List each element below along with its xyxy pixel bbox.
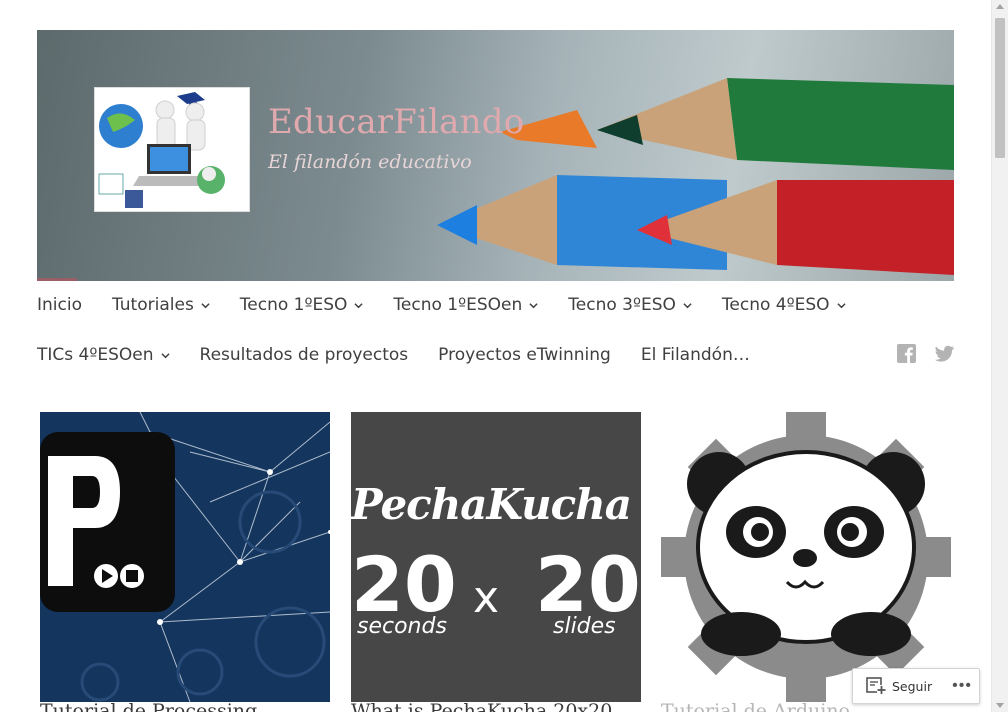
chevron-down-icon — [160, 352, 170, 358]
scrollbar-thumb[interactable] — [995, 18, 1005, 158]
nav-item-tecno-1esoen[interactable]: Tecno 1ºESOen — [393, 295, 538, 315]
site-title[interactable]: EducarFilando — [268, 102, 524, 142]
chevron-down-icon — [529, 302, 538, 308]
nav-item-tecno-4eso[interactable]: Tecno 4ºESO — [722, 295, 846, 315]
site-header-banner: EducarFilando El filandón educativo — [37, 30, 954, 281]
post-card[interactable]: Tutorial de Arduino — [661, 412, 951, 712]
twitter-icon[interactable] — [934, 344, 954, 363]
nav-item-etwinning[interactable]: Proyectos eTwinning — [438, 345, 611, 365]
post-card[interactable]: Tutorial de Processing — [40, 412, 330, 712]
nav-item-label: Tecno 1ºESO — [239, 295, 348, 315]
logo-illustration-icon — [98, 92, 225, 208]
arduino-panda-image — [661, 412, 951, 702]
nav-item-tecno-3eso[interactable]: Tecno 3ºESO — [568, 295, 692, 315]
nav-item-label: Tecno 3ºESO — [568, 295, 676, 315]
nav-item-resultados[interactable]: Resultados de proyectos — [200, 345, 409, 365]
reader-follow-icon — [866, 677, 886, 695]
site-logo[interactable] — [94, 87, 250, 212]
nav-item-tics-4esoen[interactable]: TICs 4ºESOen — [37, 345, 170, 365]
chevron-down-icon — [201, 302, 210, 308]
pechakucha-seconds: seconds — [357, 614, 447, 639]
post-thumbnail-pechakucha[interactable]: PechaKucha 20 x 20 seconds slides — [351, 412, 641, 702]
post-thumbnail-processing[interactable] — [40, 412, 330, 702]
scroll-down-icon[interactable] — [996, 703, 1004, 708]
nav-row-1: Inicio Tutoriales Tecno 1ºESO Tecno 1ºES… — [37, 287, 876, 323]
follow-widget[interactable]: Seguir ••• — [852, 668, 980, 704]
nav-item-label: Resultados de proyectos — [199, 345, 409, 365]
post-thumbnail-arduino[interactable] — [661, 412, 951, 702]
scroll-up-icon[interactable] — [996, 4, 1004, 9]
nav-item-inicio[interactable]: Inicio — [37, 295, 82, 315]
chevron-down-icon — [354, 302, 364, 308]
nav-item-label: Inicio — [37, 295, 82, 315]
nav-item-label: El Filandón… — [640, 345, 750, 365]
nav-row-2: TICs 4ºESOen Resultados de proyectos Pro… — [37, 337, 780, 373]
nav-item-tecno-1eso[interactable]: Tecno 1ºESO — [240, 295, 364, 315]
nav-item-el-filandon[interactable]: El Filandón… — [641, 345, 750, 365]
nav-item-tutoriales[interactable]: Tutoriales — [112, 295, 210, 315]
nav-item-label: Tutoriales — [111, 295, 194, 315]
more-options-button[interactable]: ••• — [952, 677, 972, 695]
header-accent-line — [37, 278, 77, 281]
pechakucha-slides: slides — [553, 614, 616, 639]
social-links — [897, 344, 954, 363]
pechakucha-logo-text: PechaKucha — [351, 480, 632, 529]
processing-image — [40, 412, 330, 702]
nav-item-label: Proyectos eTwinning — [438, 345, 611, 365]
follow-button[interactable]: Seguir — [892, 679, 932, 694]
chevron-down-icon — [683, 302, 692, 308]
site-description: El filandón educativo — [268, 151, 472, 173]
scrollbar[interactable] — [991, 0, 1008, 712]
chevron-down-icon — [836, 302, 846, 308]
pechakucha-x: x — [473, 572, 500, 623]
nav-item-label: Tecno 1ºESOen — [393, 295, 523, 315]
nav-item-label: Tecno 4ºESO — [721, 295, 830, 315]
post-title[interactable]: What is PechaKucha 20x20 — [351, 700, 651, 712]
post-title[interactable]: Tutorial de Processing — [40, 700, 340, 712]
facebook-icon[interactable] — [897, 344, 916, 363]
post-card[interactable]: PechaKucha 20 x 20 seconds slides What i… — [351, 412, 641, 712]
nav-item-label: TICs 4ºESOen — [37, 345, 154, 365]
